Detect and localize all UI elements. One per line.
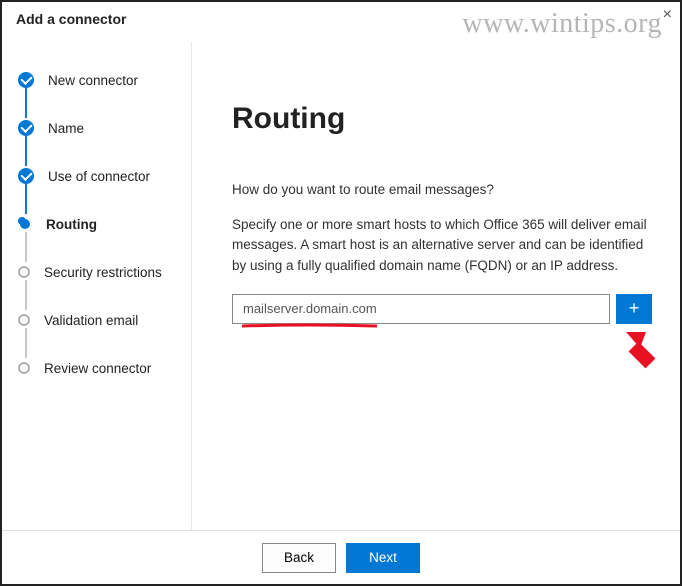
step-new-connector[interactable]: New connector [18, 56, 179, 104]
step-name[interactable]: Name [18, 104, 179, 152]
step-empty-icon [18, 266, 30, 278]
step-label: Routing [46, 217, 97, 232]
step-current-icon [18, 217, 32, 231]
step-label: New connector [48, 73, 138, 88]
step-label: Use of connector [48, 169, 150, 184]
smart-host-row: + [232, 294, 652, 324]
page-title: Routing [232, 102, 652, 136]
step-label: Validation email [44, 313, 138, 328]
step-empty-icon [18, 362, 30, 374]
add-host-button[interactable]: + [616, 294, 652, 324]
step-check-icon [18, 168, 34, 184]
annotation-arrow-icon [616, 330, 656, 379]
step-label: Security restrictions [44, 265, 162, 280]
back-button[interactable]: Back [262, 543, 336, 573]
dialog-title: Add a connector [16, 11, 126, 27]
wizard-steps: New connector Name Use of connector Rout… [18, 56, 179, 392]
dialog-body: New connector Name Use of connector Rout… [2, 42, 680, 534]
step-label: Review connector [44, 361, 151, 376]
step-security-restrictions[interactable]: Security restrictions [18, 248, 179, 296]
step-check-icon [18, 72, 34, 88]
step-validation-email[interactable]: Validation email [18, 296, 179, 344]
main-panel: Routing How do you want to route email m… [192, 42, 680, 534]
step-review-connector[interactable]: Review connector [18, 344, 179, 392]
step-empty-icon [18, 314, 30, 326]
close-icon[interactable]: × [663, 6, 672, 24]
wizard-sidebar: New connector Name Use of connector Rout… [2, 42, 192, 534]
plus-icon: + [629, 298, 640, 319]
step-check-icon [18, 120, 34, 136]
routing-description: Specify one or more smart hosts to which… [232, 215, 652, 276]
routing-question: How do you want to route email messages? [232, 182, 652, 197]
step-use-of-connector[interactable]: Use of connector [18, 152, 179, 200]
smart-host-input[interactable] [232, 294, 610, 324]
next-button[interactable]: Next [346, 543, 420, 573]
dialog-header: Add a connector [2, 2, 680, 36]
step-routing[interactable]: Routing [18, 200, 179, 248]
dialog-footer: Back Next [2, 530, 680, 584]
step-label: Name [48, 121, 84, 136]
